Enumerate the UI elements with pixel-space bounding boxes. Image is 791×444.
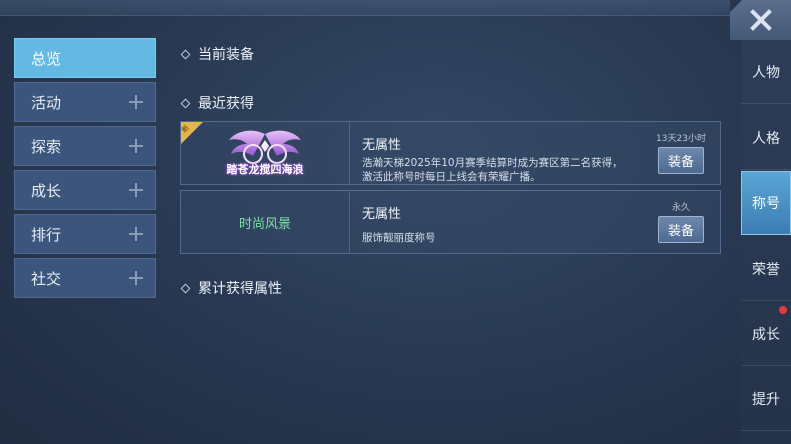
tab-label: 荣誉 [752,261,780,278]
left-sidebar: 总览 活动 探索 成长 排行 社交 [14,38,156,302]
tab-label: 提升 [752,391,780,408]
sidebar-item-label: 总览 [31,49,62,68]
equip-button[interactable]: 装备 [658,147,704,174]
section-title: 最近获得 [198,96,254,112]
tab-personality[interactable]: 人格 [741,106,791,170]
sidebar-item-growth[interactable]: 成长 [14,170,156,210]
title-action: 永久 装备 [642,191,720,253]
expand-plus-icon [129,139,143,153]
title-info: 无属性 服饰靓丽度称号 [350,191,642,253]
expand-plus-icon [129,183,143,197]
notification-dot [779,306,787,314]
sidebar-item-ranking[interactable]: 排行 [14,214,156,254]
title-card: 新 踏苍龙搅四海浪 无属性 浩瀚天梯2025年10月赛季结算时成为赛区第二名获得… [180,121,721,185]
close-button[interactable] [730,0,791,40]
tab-title[interactable]: 称号 [741,171,791,235]
diamond-bullet-icon [180,98,191,108]
close-icon [749,9,772,31]
title-image-cell: 时尚风景 [181,191,350,253]
expand-plus-icon [129,227,143,241]
expand-plus-icon [129,95,143,109]
title-desc-line: 浩瀚天梯2025年10月赛季结算时成为赛区第二名获得， [362,157,623,169]
title-image-cell: 新 踏苍龙搅四海浪 [180,122,350,184]
sidebar-item-label: 排行 [31,225,62,244]
diamond-bullet-icon [180,283,191,293]
title-attribute: 无属性 [362,207,402,222]
tab-honor[interactable]: 荣誉 [741,237,791,301]
remaining-time: 13天23小时 [656,134,706,144]
sidebar-item-activity[interactable]: 活动 [14,82,156,122]
title-card: 时尚风景 无属性 服饰靓丽度称号 永久 装备 [180,190,721,254]
diamond-bullet-icon [180,49,191,59]
tab-label: 称号 [752,196,780,212]
tab-label: 人格 [752,130,780,147]
remaining-time: 永久 [671,203,690,213]
sidebar-item-explore[interactable]: 探索 [14,126,156,166]
title-info: 无属性 浩瀚天梯2025年10月赛季结算时成为赛区第二名获得， 激活此称号时每日… [350,122,642,184]
sidebar-item-label: 社交 [31,269,62,288]
section-recent: 最近获得 [180,93,254,113]
sidebar-item-overview[interactable]: 总览 [14,38,156,78]
tab-improve[interactable]: 提升 [741,367,791,431]
title-attribute: 无属性 [362,138,402,153]
sidebar-item-label: 探索 [31,137,62,156]
section-cumulative: 累计获得属性 [180,278,282,298]
tab-character[interactable]: 人物 [741,40,791,104]
section-title: 累计获得属性 [198,281,282,297]
sidebar-item-label: 活动 [31,93,62,112]
tab-growth[interactable]: 成长 [741,302,791,366]
section-title: 当前装备 [198,47,254,63]
top-band [0,0,730,16]
sidebar-item-label: 成长 [31,181,62,200]
tab-label: 成长 [752,326,780,343]
title-image-text: 时尚风景 [238,216,291,232]
section-current-equip: 当前装备 [180,44,254,64]
title-image-text: 踏苍龙搅四海浪 [226,163,304,176]
title-desc-line: 激活此称号时每日上线会有荣耀广播。 [362,171,541,183]
tab-label: 人物 [752,64,780,81]
right-tab-bar: 人物 人格 称号 荣誉 成长 提升 [741,40,791,444]
expand-plus-icon [129,271,143,285]
title-desc-line: 服饰靓丽度称号 [362,232,436,244]
sidebar-item-social[interactable]: 社交 [14,258,156,298]
title-action: 13天23小时 装备 [642,122,720,184]
equip-button[interactable]: 装备 [658,216,704,243]
